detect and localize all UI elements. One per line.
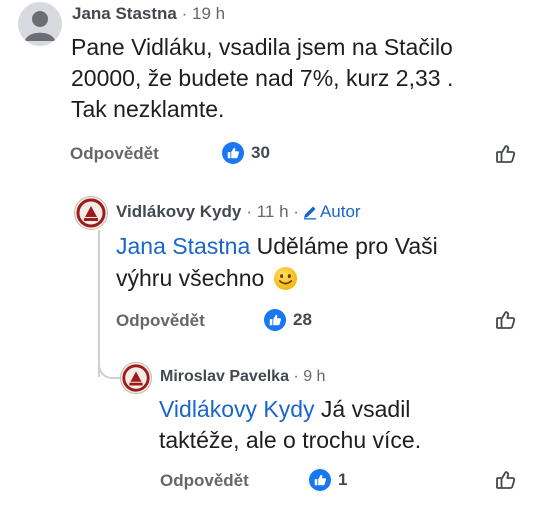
comment-author[interactable]: Vidlákovy Kydy: [116, 202, 241, 222]
comment-text: Uděláme pro Vaši: [250, 233, 438, 259]
page-avatar-icon: [122, 364, 150, 392]
avatar-jana[interactable]: [18, 2, 62, 46]
comment-text: výhru všechno: [116, 265, 265, 291]
reply-button[interactable]: Odpovědět: [70, 144, 159, 164]
mention-link[interactable]: Jana Stastna: [116, 233, 250, 259]
smiley-emoji-icon: [274, 266, 298, 290]
like-count-group[interactable]: 1: [309, 469, 347, 491]
comment-text-line: 20000, že budete nad 7%, kurz 2,33 .: [71, 65, 454, 91]
comment-1-meta: Jana Stastna · 19 h: [72, 4, 225, 24]
thumbs-up-outline-icon[interactable]: [494, 468, 518, 497]
thread-line-curve: [98, 357, 120, 379]
page-avatar-icon: [76, 198, 106, 228]
like-count: 1: [338, 470, 348, 489]
comment-text-line: Pane Vidláku, vsadila jsem na Stačilo: [71, 34, 453, 60]
like-badge-icon: [309, 469, 331, 491]
like-count: 28: [293, 310, 312, 329]
reply-button[interactable]: Odpovědět: [116, 311, 205, 331]
comment-text-line: Tak nezklamte.: [71, 96, 225, 122]
author-badge: Autor: [319, 202, 361, 221]
comment-author[interactable]: Jana Stastna: [72, 4, 177, 23]
like-count-group[interactable]: 28: [264, 309, 312, 331]
avatar-miroslav[interactable]: [120, 362, 152, 394]
default-avatar-icon: [25, 11, 55, 41]
like-badge-icon: [222, 142, 244, 164]
comment-3-body: Vidlákovy Kydy Já vsadil taktéže, ale o …: [159, 394, 421, 456]
comment-1-body: Pane Vidláku, vsadila jsem na Stačilo 20…: [71, 32, 453, 125]
comment-text: Já vsadil: [314, 396, 411, 422]
thread-line-vertical: [98, 230, 100, 377]
like-count-group[interactable]: 30: [222, 142, 270, 164]
avatar-vidlakovy-kydy[interactable]: [74, 196, 108, 230]
comment-text: taktéže, ale o trochu více.: [159, 427, 422, 453]
pencil-icon: [303, 206, 316, 220]
comment-2-body: Jana Stastna Uděláme pro Vaši výhru všec…: [116, 230, 438, 294]
mention-link[interactable]: Vidlákovy Kydy: [159, 396, 315, 422]
comment-time[interactable]: · 19 h: [182, 4, 225, 23]
thumbs-up-outline-icon[interactable]: [494, 142, 518, 171]
thumbs-up-outline-icon[interactable]: [494, 308, 518, 337]
comment-time[interactable]: · 9 h: [293, 368, 325, 385]
comment-3-meta: Miroslav Pavelka · 9 h: [160, 368, 325, 386]
like-count: 30: [251, 143, 270, 162]
reply-button[interactable]: Odpovědět: [160, 471, 249, 491]
like-badge-icon: [264, 309, 286, 331]
comment-author[interactable]: Miroslav Pavelka: [160, 368, 289, 385]
comment-2-meta: Vidlákovy Kydy · 11 h · Autor: [116, 202, 361, 222]
comment-time[interactable]: · 11 h ·: [246, 202, 299, 222]
